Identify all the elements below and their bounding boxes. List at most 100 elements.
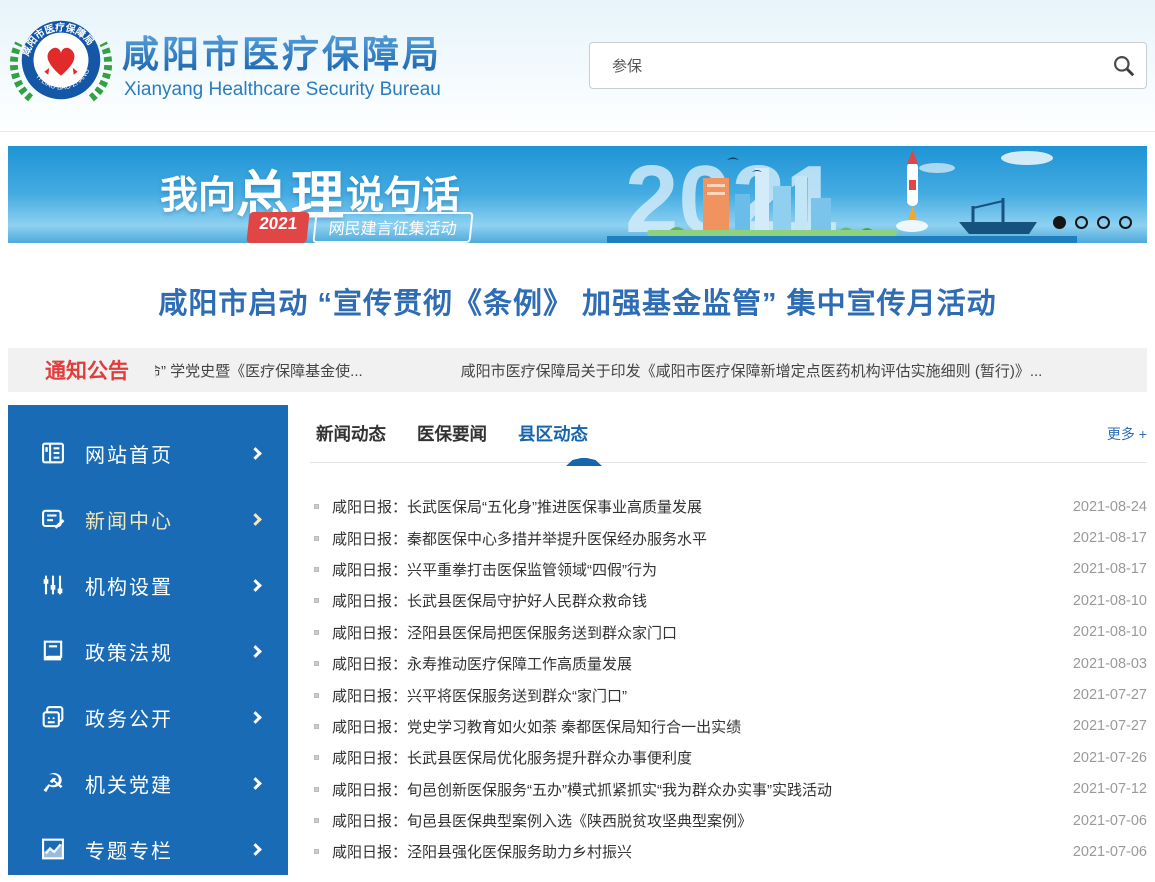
magnifier-icon	[1111, 53, 1137, 79]
site-header: 咸阳市医疗保障局 YI LIAO BAO ZHANG 咸阳市医疗保障局 Xian…	[0, 0, 1155, 132]
news-item[interactable]: 咸阳日报：泾阳县强化医保服务助力乡村振兴 2021-07-06	[312, 836, 1147, 867]
sidebar-item-organization[interactable]: 机构设置	[8, 552, 288, 618]
chevron-right-icon	[249, 711, 262, 724]
sidebar-nav: 网站首页 新闻中心 机构设置	[8, 405, 288, 875]
party-emblem-icon: ☭	[38, 768, 68, 798]
sidebar-item-disclosure[interactable]: 政务公开	[8, 684, 288, 750]
bullet-icon	[314, 630, 319, 635]
policy-book-icon	[38, 636, 68, 666]
tab-county-news[interactable]: 县区动态	[518, 421, 588, 446]
news-title[interactable]: 咸阳日报：永寿推动医疗保障工作高质量发展	[332, 653, 1053, 674]
more-link[interactable]: 更多 +	[1107, 424, 1147, 444]
carousel-dot-3[interactable]	[1097, 216, 1110, 229]
sidebar-item-label: 政务公开	[85, 703, 251, 732]
sidebar-item-party[interactable]: ☭ 机关党建	[8, 750, 288, 816]
news-date: 2021-08-17	[1053, 530, 1147, 546]
news-title[interactable]: 咸阳日报：党史学习教育如火如荼 秦都医保局知行合一出实绩	[332, 716, 1053, 737]
sidebar-item-label: 新闻中心	[85, 505, 251, 534]
news-item[interactable]: 咸阳日报：旬邑县医保典型案例入选《陕西脱贫攻坚典型案例》 2021-07-06	[312, 805, 1147, 836]
news-date: 2021-07-12	[1053, 781, 1147, 797]
bureau-logo-emblem: 咸阳市医疗保障局 YI LIAO BAO ZHANG	[10, 11, 112, 113]
news-item[interactable]: 咸阳日报：兴平将医保服务送到群众“家门口” 2021-07-27	[312, 679, 1147, 710]
bullet-icon	[314, 536, 319, 541]
search-button[interactable]	[1102, 43, 1146, 88]
news-title[interactable]: 咸阳日报：旬邑县医保典型案例入选《陕西脱贫攻坚典型案例》	[332, 810, 1053, 831]
sidebar-item-label: 专题专栏	[85, 835, 251, 864]
site-title: 咸阳市医疗保障局	[122, 24, 442, 78]
news-item[interactable]: 咸阳日报：永寿推动医疗保障工作高质量发展 2021-08-03	[312, 648, 1147, 679]
news-date: 2021-08-03	[1053, 656, 1147, 672]
news-title[interactable]: 咸阳日报：兴平重拳打击医保监管领域“四假”行为	[332, 559, 1053, 580]
chevron-right-icon	[249, 579, 262, 592]
chevron-right-icon	[249, 777, 262, 790]
news-title[interactable]: 咸阳日报：兴平将医保服务送到群众“家门口”	[332, 685, 1053, 706]
news-date: 2021-08-10	[1053, 593, 1147, 609]
news-date: 2021-08-17	[1053, 561, 1147, 577]
sidebar-item-home[interactable]: 网站首页	[8, 420, 288, 486]
bullet-icon	[314, 598, 319, 603]
active-tab-indicator	[566, 458, 602, 466]
carousel-dot-4[interactable]	[1119, 216, 1132, 229]
news-title[interactable]: 咸阳日报：长武县医保局守护好人民群众救命钱	[332, 590, 1053, 611]
carousel-dots	[1053, 216, 1132, 229]
news-item[interactable]: 咸阳日报：秦都医保中心多措并举提升医保经办服务水平 2021-08-17	[312, 522, 1147, 553]
news-date: 2021-07-26	[1053, 750, 1147, 766]
notice-ticker: 命” 学党史暨《医疗保障基金使... 咸阳市医疗保障局关于印发《咸阳市医疗保障新…	[155, 360, 1042, 381]
sidebar-item-label: 机关党建	[85, 769, 251, 798]
news-title[interactable]: 咸阳日报：泾阳县医保局把医保服务送到群众家门口	[332, 622, 1053, 643]
bullet-icon	[314, 661, 319, 666]
news-icon	[38, 504, 68, 534]
chevron-right-icon	[249, 513, 262, 526]
featured-headline[interactable]: 咸阳市启动 “宣传贯彻《条例》 加强基金监管” 集中宣传月活动	[0, 280, 1155, 322]
news-item[interactable]: 咸阳日报：党史学习教育如火如荼 秦都医保局知行合一出实绩 2021-07-27	[312, 711, 1147, 742]
sidebar-item-label: 网站首页	[85, 439, 251, 468]
news-date: 2021-07-06	[1053, 844, 1147, 860]
search-box	[589, 42, 1147, 89]
notice-item[interactable]: 命” 学党史暨《医疗保障基金使...	[155, 360, 363, 381]
news-item[interactable]: 咸阳日报：兴平重拳打击医保监管领域“四假”行为 2021-08-17	[312, 554, 1147, 585]
news-item[interactable]: 咸阳日报：长武县医保局守护好人民群众救命钱 2021-08-10	[312, 585, 1147, 616]
tab-news-updates[interactable]: 新闻动态	[316, 421, 386, 446]
news-title[interactable]: 咸阳日报：泾阳县强化医保服务助力乡村振兴	[332, 841, 1053, 862]
notice-label: 通知公告	[45, 355, 129, 385]
news-item[interactable]: 咸阳日报：旬邑创新医保服务“五办”模式抓紧抓实“我为群众办实事”实践活动 202…	[312, 774, 1147, 805]
search-input[interactable]	[590, 57, 1102, 74]
news-item[interactable]: 咸阳日报：泾阳县医保局把医保服务送到群众家门口 2021-08-10	[312, 617, 1147, 648]
news-item[interactable]: 咸阳日报：长武医保局“五化身”推进医保事业高质量发展 2021-08-24	[312, 491, 1147, 522]
carousel-dot-2[interactable]	[1075, 216, 1088, 229]
news-tabs: 新闻动态 医保要闻 县区动态 更多 +	[310, 405, 1147, 463]
news-date: 2021-07-27	[1053, 687, 1147, 703]
news-title[interactable]: 咸阳日报：长武县医保局优化服务提升群众办事便利度	[332, 747, 1053, 768]
news-date: 2021-08-10	[1053, 624, 1147, 640]
news-date: 2021-07-27	[1053, 718, 1147, 734]
slogan-suffix: 说句话	[346, 175, 460, 217]
special-column-icon	[38, 834, 68, 864]
bullet-icon	[314, 567, 319, 572]
news-title[interactable]: 咸阳日报：旬邑创新医保服务“五办”模式抓紧抓实“我为群众办实事”实践活动	[332, 779, 1053, 800]
sidebar-item-policy[interactable]: 政策法规	[8, 618, 288, 684]
homepage-icon	[38, 438, 68, 468]
chevron-right-icon	[249, 843, 262, 856]
organization-icon	[38, 570, 68, 600]
disclosure-icon	[38, 702, 68, 732]
notice-item[interactable]: 咸阳市医疗保障局关于印发《咸阳市医疗保障新增定点医药机构评估实施细则 (暂行)》…	[461, 360, 1043, 381]
bullet-icon	[314, 724, 319, 729]
news-date: 2021-08-24	[1053, 499, 1147, 515]
banner-badge: 2021 网民建言征集活动	[246, 212, 473, 243]
sidebar-item-news-center[interactable]: 新闻中心	[8, 486, 288, 552]
bullet-icon	[314, 818, 319, 823]
news-date: 2021-07-06	[1053, 813, 1147, 829]
bullet-icon	[314, 787, 319, 792]
chevron-right-icon	[249, 645, 262, 658]
carousel-dot-1[interactable]	[1053, 216, 1066, 229]
badge-year: 2021	[246, 212, 309, 243]
news-title[interactable]: 咸阳日报：秦都医保中心多措并举提升医保经办服务水平	[332, 528, 1053, 549]
news-item[interactable]: 咸阳日报：长武县医保局优化服务提升群众办事便利度 2021-07-26	[312, 742, 1147, 773]
main-content: 新闻动态 医保要闻 县区动态 更多 + 咸阳日报：长武医保局“五化身”推进医保事…	[310, 405, 1147, 868]
news-title[interactable]: 咸阳日报：长武医保局“五化身”推进医保事业高质量发展	[332, 496, 1053, 517]
tab-medical-headlines[interactable]: 医保要闻	[417, 421, 487, 446]
banner-carousel[interactable]: 2021 我向总理说句话 2021 网民建言征集活动	[8, 146, 1147, 243]
sidebar-item-special[interactable]: 专题专栏	[8, 816, 288, 882]
bureau-logo: 咸阳市医疗保障局 YI LIAO BAO ZHANG	[10, 11, 112, 113]
bullet-icon	[314, 504, 319, 509]
